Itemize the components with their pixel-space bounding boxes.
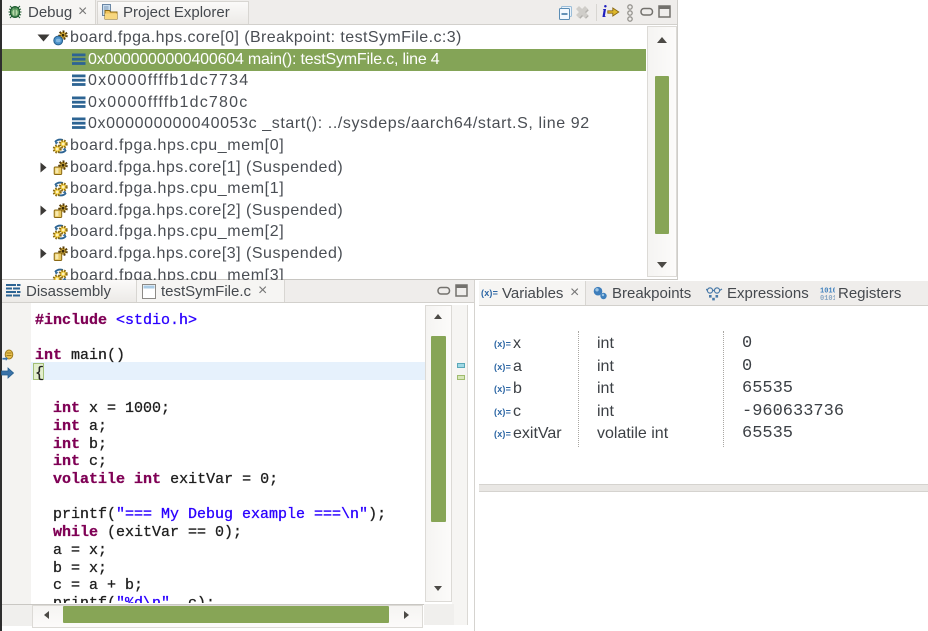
svg-text:0101: 0101 xyxy=(820,295,835,301)
